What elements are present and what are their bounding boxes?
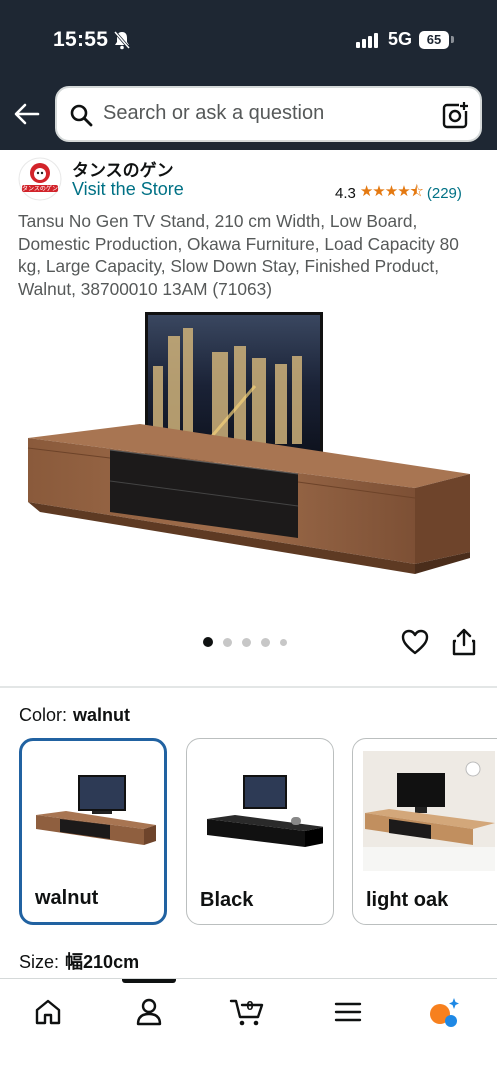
rufus-assistant-icon[interactable] (427, 995, 461, 1029)
battery-tip (451, 36, 454, 43)
color-option-light-oak[interactable]: light oak (352, 738, 497, 925)
swatch-image (36, 775, 156, 845)
active-tab-indicator (122, 979, 176, 983)
search-bar[interactable] (55, 86, 482, 142)
swatch-label: Black (200, 889, 254, 911)
color-option-black[interactable]: Black (186, 738, 334, 925)
carousel-dot[interactable] (242, 637, 251, 647)
account-icon[interactable] (132, 995, 166, 1029)
rating-stars-icon: ★★★★⯪ (359, 183, 424, 200)
bottom-navigation: 0 (0, 978, 497, 1080)
swatch-image (363, 751, 495, 871)
visit-store-link[interactable]: Visit the Store (72, 179, 184, 200)
store-name: タンスのゲン (72, 161, 174, 180)
camera-search-icon[interactable] (442, 101, 470, 129)
network-type: 5G (388, 29, 413, 49)
app-header: 15:55 5G 65 (0, 0, 497, 150)
swatch-label: walnut (35, 887, 99, 909)
carousel-dot[interactable] (261, 637, 270, 647)
share-icon[interactable] (452, 628, 476, 656)
swatch-label: light oak (366, 889, 449, 911)
cart-count: 0 (246, 998, 253, 1013)
back-arrow-icon[interactable] (14, 102, 40, 126)
silent-bell-icon (113, 31, 131, 50)
carousel-dot[interactable] (223, 637, 232, 647)
menu-icon[interactable] (331, 995, 365, 1029)
heart-icon[interactable] (401, 629, 429, 655)
search-input[interactable] (103, 102, 423, 125)
rating-value: 4.3 (335, 185, 356, 202)
color-selector-label: Color: walnut (19, 705, 130, 726)
cart-icon[interactable]: 0 (229, 995, 267, 1029)
search-icon (70, 104, 93, 127)
home-icon[interactable] (31, 995, 65, 1029)
color-option-walnut[interactable]: walnut (19, 738, 167, 925)
size-selected-value: 幅210cm (65, 952, 140, 972)
product-title: Tansu No Gen TV Stand, 210 cm Width, Low… (18, 211, 459, 299)
battery-icon: 65 (419, 31, 449, 49)
rating-count[interactable]: (229) (427, 185, 462, 202)
store-logo[interactable]: タンスのゲン (18, 157, 62, 201)
color-label: Color: (19, 705, 68, 725)
section-divider (0, 686, 497, 688)
status-time: 15:55 (53, 28, 109, 51)
size-selector-label: Size: 幅210cm (19, 948, 139, 974)
swatch-image (207, 775, 323, 847)
rating-summary[interactable]: 4.3 ★★★★⯪ (229) (335, 181, 462, 206)
status-bar: 15:55 5G 65 (0, 0, 497, 80)
image-carousel-dots[interactable] (203, 637, 287, 647)
size-label: Size: (19, 952, 60, 972)
product-image[interactable] (20, 306, 480, 596)
signal-icon (356, 33, 378, 48)
carousel-dot[interactable] (280, 638, 287, 646)
svg-text:タンスのゲン: タンスのゲン (22, 185, 58, 193)
carousel-dot[interactable] (203, 637, 213, 647)
color-selected-value: walnut (73, 705, 131, 725)
